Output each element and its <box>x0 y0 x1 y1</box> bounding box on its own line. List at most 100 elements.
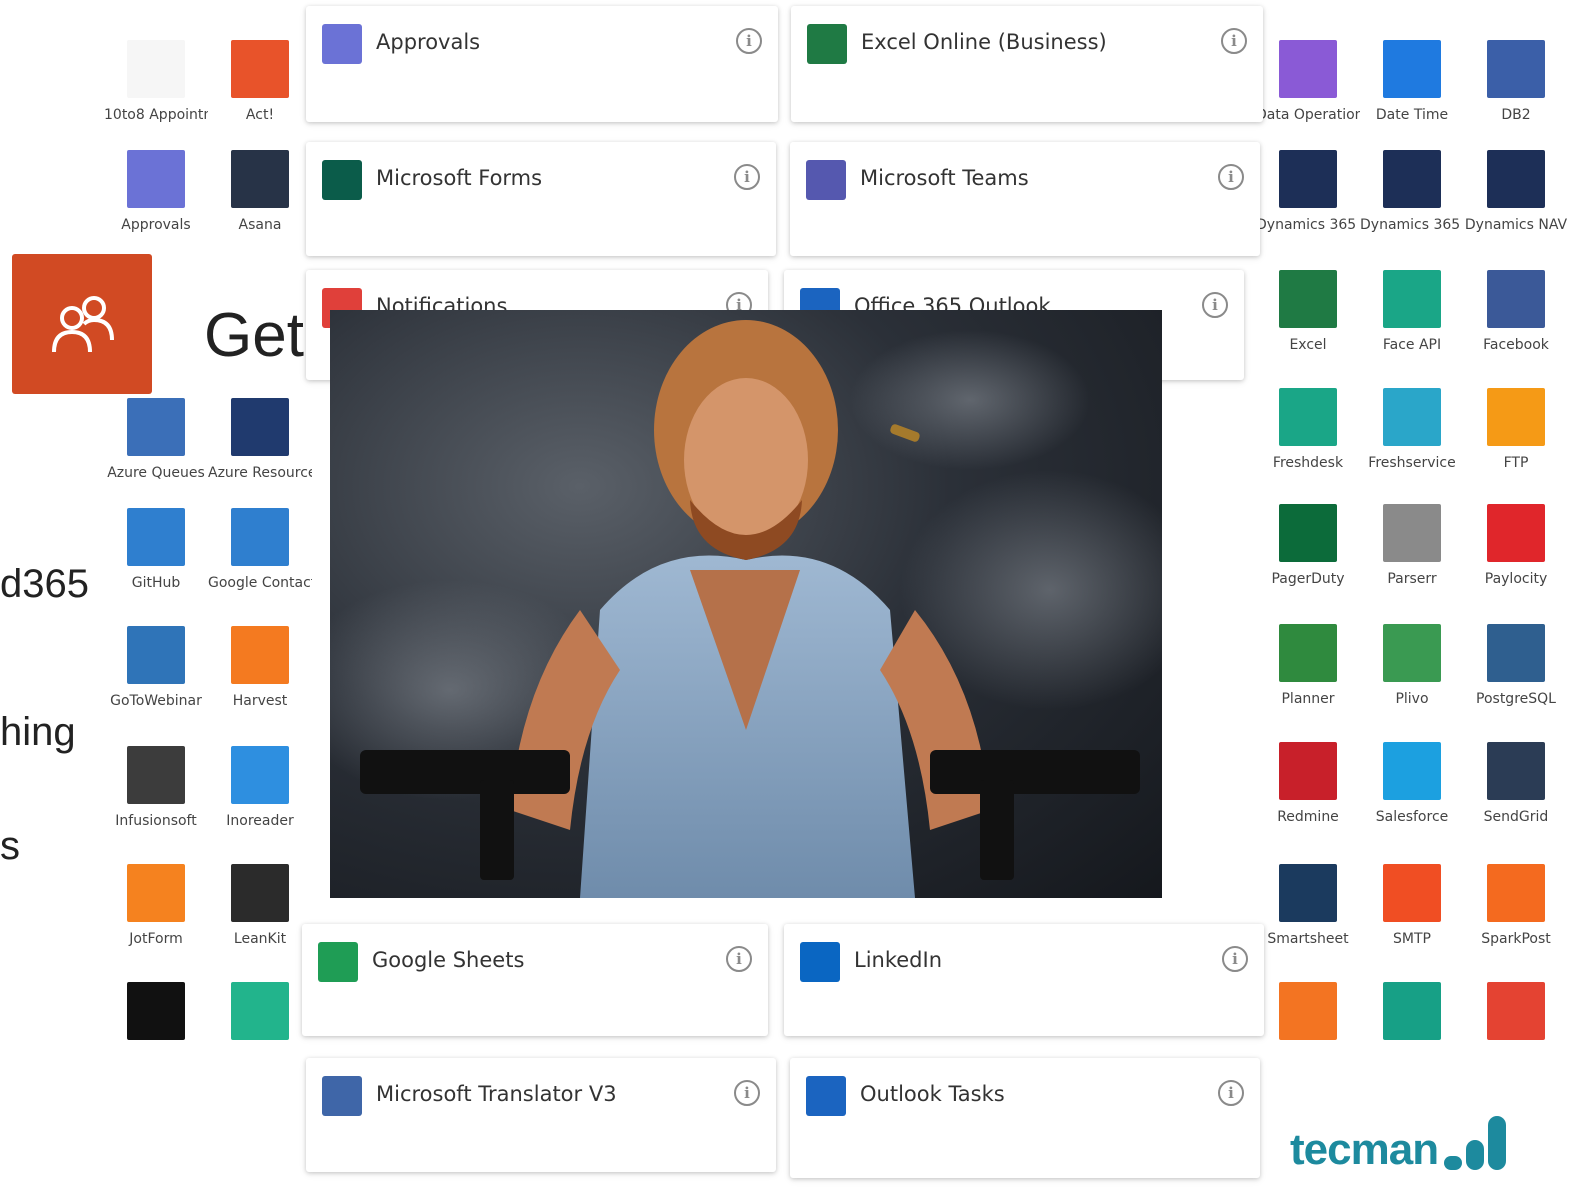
connector-card[interactable]: Excel Online (Business) i <box>791 6 1263 122</box>
right-tile[interactable]: PostgreSQL <box>1464 624 1568 710</box>
left-tile[interactable]: Azure Resource <box>208 398 312 484</box>
right-tile[interactable]: DB2 <box>1464 40 1568 126</box>
right-tile[interactable]: FTP <box>1464 388 1568 474</box>
left-tile[interactable]: Harvest <box>208 626 312 712</box>
left-tile[interactable] <box>208 982 312 1046</box>
right-tile[interactable]: Data Operations <box>1256 40 1360 126</box>
microsoft-forms-icon <box>322 160 362 200</box>
right-tile[interactable]: SendGrid <box>1464 742 1568 828</box>
left-label: Azure Resource <box>208 465 312 481</box>
todoist-icon <box>1487 982 1545 1040</box>
linkedin-icon <box>800 942 840 982</box>
outlook-tasks-icon <box>806 1076 846 1116</box>
github-icon <box>127 508 185 566</box>
db2-icon <box>1487 40 1545 98</box>
azure-queues-icon <box>127 398 185 456</box>
right-tile[interactable]: Freshservice <box>1360 388 1464 474</box>
connector-card[interactable]: LinkedIn i <box>784 924 1264 1036</box>
info-icon[interactable]: i <box>1222 946 1248 972</box>
left-tile[interactable]: Asana <box>208 150 312 236</box>
right-tile[interactable]: Salesforce <box>1360 742 1464 828</box>
slide-heading: Get <box>204 301 304 370</box>
smartsheet-icon <box>1279 864 1337 922</box>
connector-card-label: Approvals <box>376 30 481 54</box>
right-label: PostgreSQL <box>1476 691 1556 707</box>
left-tile[interactable]: Approvals <box>104 150 208 236</box>
approvals-icon <box>127 150 185 208</box>
right-label: Parserr <box>1387 571 1437 587</box>
left-tile[interactable]: Google Contacts <box>208 508 312 594</box>
right-label: SendGrid <box>1483 809 1549 825</box>
right-tile[interactable]: Dynamics 365 for <box>1360 150 1464 236</box>
info-icon[interactable]: i <box>734 1080 760 1106</box>
right-tile[interactable]: Parserr <box>1360 504 1464 590</box>
left-label: GoToWebinar <box>110 693 202 709</box>
right-tile[interactable] <box>1256 982 1360 1046</box>
right-tile[interactable]: Redmine <box>1256 742 1360 828</box>
gotowebinar-icon <box>127 626 185 684</box>
right-tile[interactable]: Plivo <box>1360 624 1464 710</box>
left-tile[interactable]: 10to8 Appointment <box>104 40 208 126</box>
connector-card-label: LinkedIn <box>854 948 943 972</box>
left-tile[interactable]: JotForm <box>104 864 208 950</box>
planner-icon <box>1279 624 1337 682</box>
connector-card[interactable]: Google Sheets i <box>302 924 768 1036</box>
right-tile[interactable]: Smartsheet <box>1256 864 1360 950</box>
smtp-icon <box>1383 864 1441 922</box>
right-label: Plivo <box>1395 691 1429 707</box>
left-tile[interactable]: GitHub <box>104 508 208 594</box>
right-tile[interactable]: Facebook <box>1464 270 1568 356</box>
left-tile[interactable]: GoToWebinar <box>104 626 208 712</box>
info-icon[interactable]: i <box>1218 1080 1244 1106</box>
right-tile[interactable]: SMTP <box>1360 864 1464 950</box>
right-tile[interactable] <box>1360 982 1464 1046</box>
left-tile[interactable]: LeanKit <box>208 864 312 950</box>
right-tile[interactable]: Dynamics 365 for <box>1256 150 1360 236</box>
left-label: 10to8 Appointment <box>104 107 208 123</box>
connector-card[interactable]: Outlook Tasks i <box>790 1058 1260 1178</box>
right-tile[interactable] <box>1464 982 1568 1046</box>
left-label: GitHub <box>131 575 181 591</box>
left-label: LeanKit <box>233 931 287 947</box>
dynamics-nav-icon <box>1487 150 1545 208</box>
left-tile[interactable]: Azure Queues <box>104 398 208 484</box>
salesforce-icon <box>1383 742 1441 800</box>
right-tile[interactable]: Freshdesk <box>1256 388 1360 474</box>
connector-card[interactable]: Microsoft Translator V3 i <box>306 1058 776 1172</box>
teradata-icon <box>1279 982 1337 1040</box>
right-label: Planner <box>1281 691 1335 707</box>
right-tile[interactable]: Paylocity <box>1464 504 1568 590</box>
right-tile[interactable]: SparkPost <box>1464 864 1568 950</box>
connector-card[interactable]: Approvals i <box>306 6 778 122</box>
marketo-icon <box>127 982 185 1040</box>
connector-card[interactable]: Microsoft Forms i <box>306 142 776 256</box>
right-label: SparkPost <box>1481 931 1551 947</box>
brand-bars-icon <box>1444 1116 1507 1170</box>
mavenlink-icon <box>231 982 289 1040</box>
right-tile[interactable]: Planner <box>1256 624 1360 710</box>
info-icon[interactable]: i <box>1218 164 1244 190</box>
right-tile[interactable]: PagerDuty <box>1256 504 1360 590</box>
left-tile[interactable]: Act! <box>208 40 312 126</box>
connector-card-label: Google Sheets <box>372 948 525 972</box>
left-tile[interactable] <box>104 982 208 1046</box>
info-icon[interactable]: i <box>736 28 762 54</box>
10to8-icon <box>127 40 185 98</box>
right-tile[interactable]: Face API <box>1360 270 1464 356</box>
redmine-icon <box>1279 742 1337 800</box>
left-tile[interactable]: Infusionsoft <box>104 746 208 832</box>
left-tile[interactable]: Inoreader <box>208 746 312 832</box>
info-icon[interactable]: i <box>734 164 760 190</box>
connector-card-label: Excel Online (Business) <box>861 30 1107 54</box>
info-icon[interactable]: i <box>1202 292 1228 318</box>
connector-card[interactable]: Microsoft Teams i <box>790 142 1260 256</box>
freshservice-icon <box>1383 388 1441 446</box>
info-icon[interactable]: i <box>1221 28 1247 54</box>
info-icon[interactable]: i <box>726 946 752 972</box>
right-tile[interactable]: Date Time <box>1360 40 1464 126</box>
date-time-icon <box>1383 40 1441 98</box>
right-tile[interactable]: Dynamics NAV <box>1464 150 1568 236</box>
left-label: Azure Queues <box>107 465 205 481</box>
right-tile[interactable]: Excel <box>1256 270 1360 356</box>
left-label: Harvest <box>232 693 288 709</box>
